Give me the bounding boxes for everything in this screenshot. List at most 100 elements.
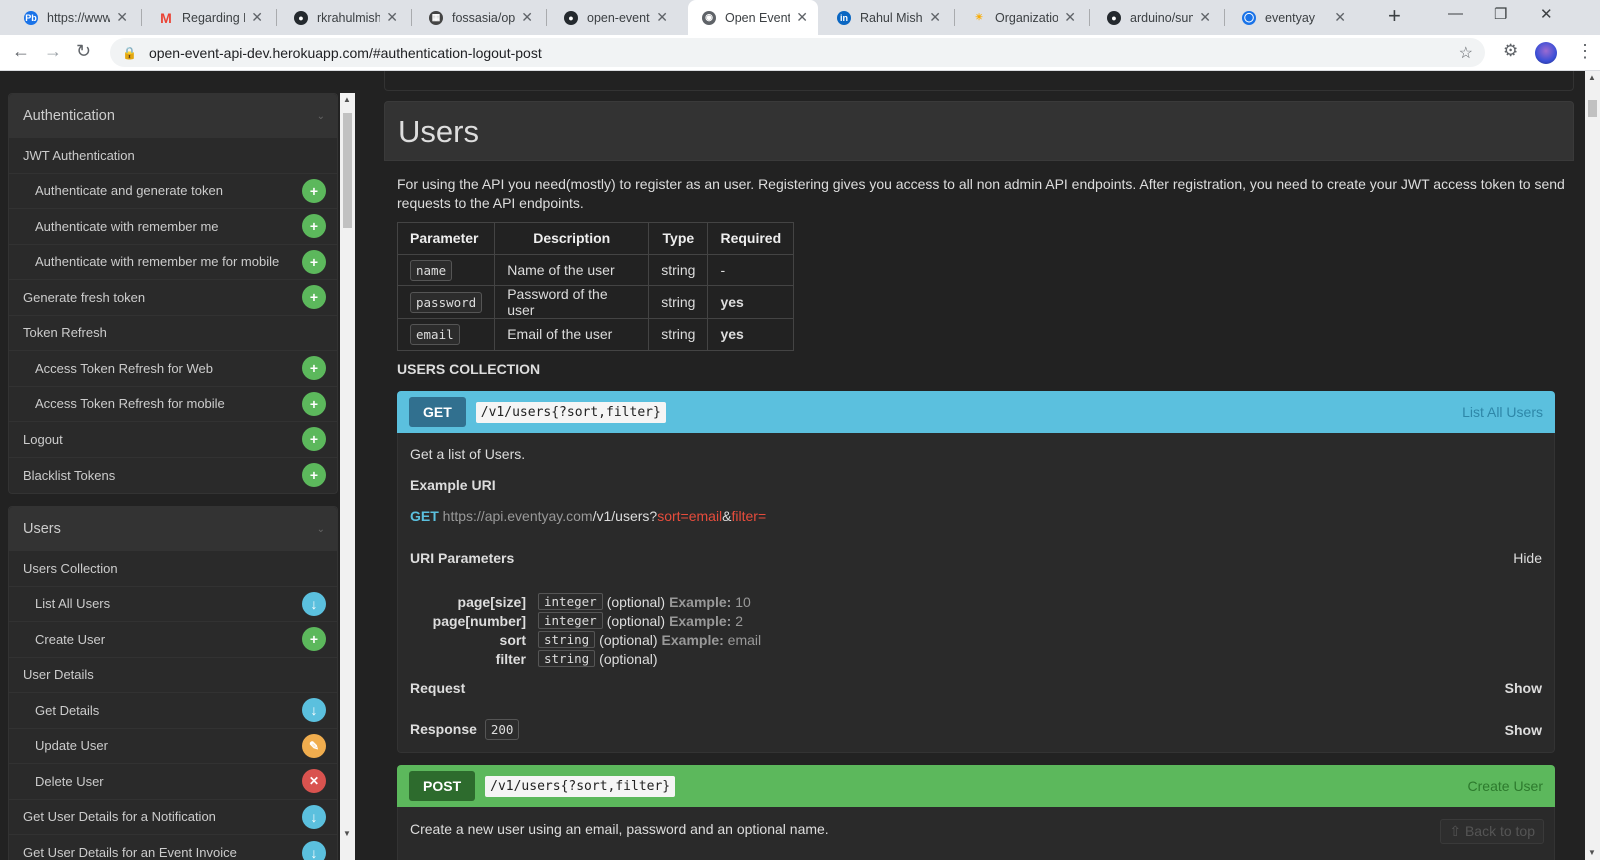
sidebar-item[interactable]: Logout +	[9, 422, 337, 458]
gmail-icon: M	[160, 9, 172, 26]
sidebar-item[interactable]: Get User Details for a Notification ↓	[9, 800, 337, 835]
arrow-down-icon[interactable]: ↓	[302, 804, 326, 829]
plus-icon[interactable]: +	[302, 463, 326, 488]
tab-close-icon[interactable]: ✕	[796, 9, 808, 26]
sidebar-item[interactable]: Authenticate with remember me +	[9, 209, 337, 245]
browser-tab[interactable]: ☀ Organizations ✕	[958, 0, 1086, 35]
browser-tab[interactable]: ◯ eventyay ✕	[1228, 0, 1356, 35]
tab-close-icon[interactable]: ✕	[521, 9, 533, 26]
browser-tab[interactable]: in Rahul Mishra ✕	[823, 0, 951, 35]
browser-tab[interactable]: ● arduino/sumn ✕	[1093, 0, 1221, 35]
arrow-down-icon[interactable]: ↓	[302, 840, 326, 860]
restore-icon[interactable]: ❐	[1494, 5, 1507, 23]
forward-icon[interactable]: →	[44, 41, 62, 62]
bookmark-star-icon[interactable]: ☆	[1459, 43, 1473, 63]
arrow-down-icon[interactable]: ↓	[302, 698, 326, 723]
sidebar-item[interactable]: Get Details ↓	[9, 693, 337, 729]
browser-tab[interactable]: ◉ Open Event A ✕	[688, 0, 818, 35]
sidebar-group-header[interactable]: Users ⌄	[9, 507, 337, 551]
plus-icon[interactable]: +	[302, 391, 326, 416]
browser-menu-icon[interactable]: ⋮	[1576, 41, 1594, 62]
request-show-toggle[interactable]: Show	[1505, 680, 1542, 696]
plus-icon[interactable]: +	[302, 214, 326, 239]
sidebar-item[interactable]: Access Token Refresh for mobile +	[9, 387, 337, 422]
sidebar-item-label: User Details	[23, 667, 94, 683]
back-icon[interactable]: ←	[12, 41, 30, 62]
close-window-icon[interactable]: ✕	[1540, 5, 1553, 23]
sidebar-item[interactable]: Generate fresh token +	[9, 280, 337, 316]
lock-icon[interactable]: 🔒	[122, 46, 137, 60]
browser-tab[interactable]: ● rkrahulmishra ✕	[280, 0, 408, 35]
url-text: open-event-api-dev.herokuapp.com/#authen…	[148, 44, 542, 61]
plus-icon[interactable]: +	[302, 356, 326, 381]
sidebar-item-label: Create User	[35, 631, 106, 647]
tab-close-icon[interactable]: ✕	[656, 9, 668, 26]
sidebar-scroll-thumb[interactable]	[343, 113, 352, 228]
plus-icon[interactable]: +	[302, 285, 326, 310]
browser-tab[interactable]: M Regarding Pro ✕	[145, 0, 273, 35]
sidebar-item[interactable]: Blacklist Tokens +	[9, 458, 337, 494]
sidebar-item[interactable]: Get User Details for an Event Invoice ↓	[9, 835, 337, 860]
scroll-up-arrow-icon[interactable]: ▲	[343, 95, 351, 104]
chevron-down-icon[interactable]: ⌄	[317, 524, 325, 535]
sidebar-item[interactable]: Users Collection	[9, 551, 337, 587]
page-scroll-thumb[interactable]	[1588, 100, 1597, 117]
sidebar-item[interactable]: Access Token Refresh for Web +	[9, 351, 337, 387]
response-show-toggle[interactable]: Show	[1505, 722, 1542, 738]
scroll-down-arrow-icon[interactable]: ▼	[343, 829, 351, 838]
plus-icon[interactable]: +	[302, 627, 326, 652]
sidebar-item[interactable]: Delete User ✕	[9, 764, 337, 800]
plus-icon[interactable]: +	[302, 178, 326, 203]
param-desc: Password of the user	[494, 285, 650, 319]
sidebar-item[interactable]: Authenticate and generate token +	[9, 174, 337, 209]
uri-host: https://api.eventyay.com	[442, 508, 593, 524]
sidebar-item[interactable]: JWT Authentication	[9, 138, 337, 174]
tab-close-icon[interactable]: ✕	[1334, 9, 1346, 26]
tab-close-icon[interactable]: ✕	[1199, 9, 1211, 26]
sidebar-item[interactable]: Token Refresh	[9, 316, 337, 351]
sidebar-item[interactable]: User Details	[9, 658, 337, 693]
sidebar-item-label: Access Token Refresh for Web	[35, 360, 213, 376]
pb-icon: Pb	[24, 10, 38, 25]
sidebar-item-label: Authenticate and generate token	[35, 183, 223, 199]
tab-close-icon[interactable]: ✕	[251, 9, 263, 26]
profile-avatar[interactable]	[1535, 42, 1557, 64]
tab-close-icon[interactable]: ✕	[1064, 9, 1076, 26]
post-create-user-action: POST /v1/users{?sort,filter} Create User…	[397, 765, 1555, 860]
tab-close-icon[interactable]: ✕	[929, 9, 941, 26]
pencil-icon[interactable]: ✎	[302, 733, 326, 758]
sidebar-item[interactable]: List All Users ↓	[9, 587, 337, 622]
extensions-icon[interactable]: ⚙	[1503, 41, 1518, 61]
globe-icon: ◉	[702, 10, 716, 25]
arrow-down-icon[interactable]: ↓	[302, 591, 326, 616]
tab-close-icon[interactable]: ✕	[116, 9, 128, 26]
sidebar-item[interactable]: Update User ✎	[9, 729, 337, 764]
new-tab-button[interactable]: +	[1388, 3, 1401, 29]
chevron-down-icon[interactable]: ⌄	[317, 111, 325, 122]
action-title-link[interactable]: List All Users	[1462, 404, 1543, 420]
example-value: email	[727, 631, 762, 648]
page-scroll-up-icon[interactable]: ▲	[1588, 73, 1596, 82]
tab-close-icon[interactable]: ✕	[386, 9, 398, 26]
minimize-icon[interactable]: —	[1448, 5, 1463, 22]
page-scroll-down-icon[interactable]: ▼	[1588, 848, 1596, 857]
sidebar-group-header[interactable]: Authentication ⌄	[9, 94, 337, 138]
browser-tab[interactable]: Pb https://www.p ✕	[10, 0, 138, 35]
reload-icon[interactable]: ↻	[76, 41, 91, 62]
sidebar-item[interactable]: Create User +	[9, 622, 337, 658]
get-action-bar[interactable]: GET /v1/users{?sort,filter} List All Use…	[397, 391, 1555, 433]
browser-tab[interactable]: ● open-event-s ✕	[550, 0, 678, 35]
page-scrollbar[interactable]	[1585, 71, 1600, 860]
browser-tab[interactable]: ▦ fossasia/open ✕	[415, 0, 543, 35]
post-action-bar[interactable]: POST /v1/users{?sort,filter} Create User	[397, 765, 1555, 807]
plus-icon[interactable]: +	[302, 427, 326, 452]
col-type: Type	[648, 222, 709, 255]
plus-icon[interactable]: +	[302, 249, 326, 274]
github-icon: ●	[564, 10, 578, 25]
action-title-link[interactable]: Create User	[1468, 778, 1543, 794]
x-icon[interactable]: ✕	[302, 769, 326, 794]
address-bar[interactable]: 🔒 open-event-api-dev.herokuapp.com/#auth…	[110, 38, 1485, 67]
back-to-top-button[interactable]: ⇧ Back to top	[1440, 819, 1544, 844]
sidebar-item[interactable]: Authenticate with remember me for mobile…	[9, 245, 337, 280]
hide-toggle[interactable]: Hide	[1513, 550, 1542, 566]
